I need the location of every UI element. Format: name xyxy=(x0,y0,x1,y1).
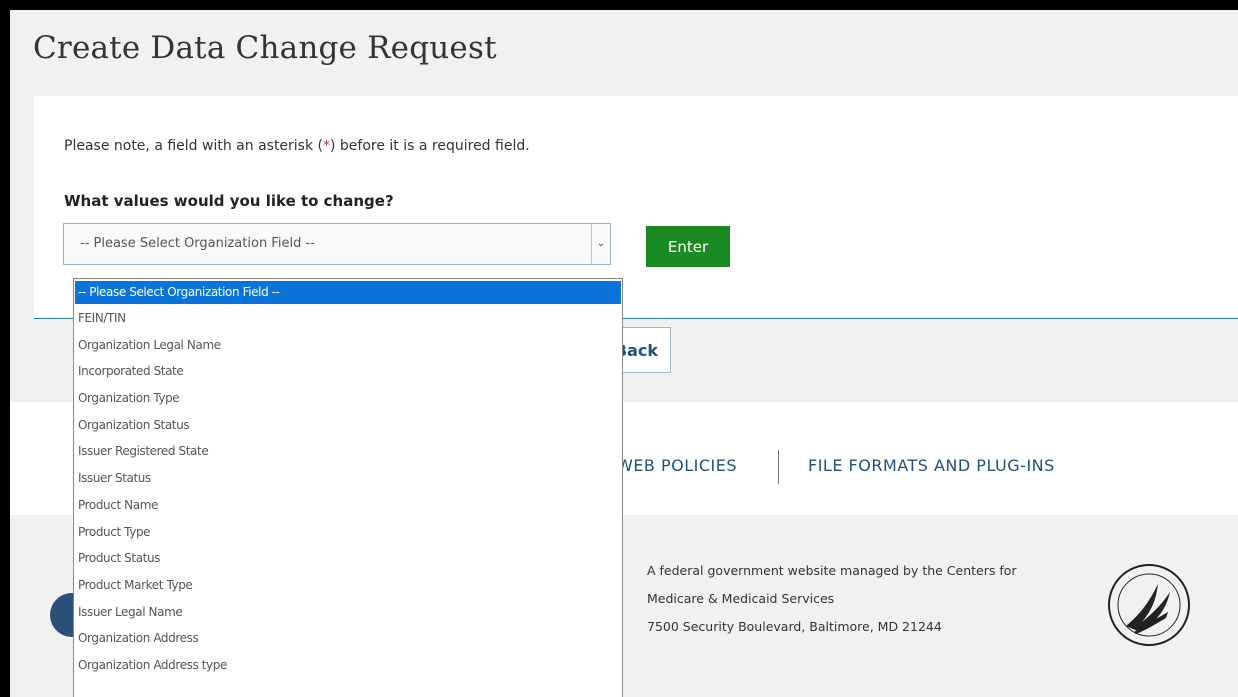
organization-field-dropdown[interactable]: -- Please Select Organization Field -- F… xyxy=(73,278,623,697)
required-note: Please note, a field with an asterisk (*… xyxy=(64,138,530,154)
dropdown-option[interactable]: Issuer Registered State xyxy=(74,438,622,465)
dropdown-option[interactable]: Issuer Status xyxy=(74,465,622,492)
footer-address: 7500 Security Boulevard, Baltimore, MD 2… xyxy=(647,619,942,634)
enter-button[interactable]: Enter xyxy=(646,226,730,267)
web-policies-link[interactable]: WEB POLICIES xyxy=(617,456,737,475)
dropdown-option[interactable]: Incorporated State xyxy=(74,358,622,385)
file-formats-link[interactable]: FILE FORMATS AND PLUG-INS xyxy=(808,456,1055,475)
dropdown-option[interactable]: Organization Type xyxy=(74,385,622,412)
select-value: -- Please Select Organization Field -- xyxy=(80,236,315,251)
required-asterisk: * xyxy=(323,138,330,154)
dropdown-option-selected[interactable]: -- Please Select Organization Field -- xyxy=(75,281,621,304)
nav-divider xyxy=(778,450,779,484)
dropdown-option[interactable]: Organization Address xyxy=(74,625,622,652)
chevron-down-icon[interactable]: ⌄ xyxy=(591,224,610,264)
dropdown-option[interactable]: Product Name xyxy=(74,492,622,519)
organization-field-select[interactable]: -- Please Select Organization Field -- ⌄ xyxy=(63,223,611,265)
dropdown-option[interactable]: Issuer Legal Name xyxy=(74,599,622,626)
dropdown-option[interactable]: Product Type xyxy=(74,519,622,546)
footer-line-2: Medicare & Medicaid Services xyxy=(647,591,835,606)
dropdown-option[interactable]: Product Status xyxy=(74,545,622,572)
hhs-seal-icon xyxy=(1108,564,1190,646)
dropdown-option[interactable]: FEIN/TIN xyxy=(74,305,622,332)
page-title: Create Data Change Request xyxy=(33,30,497,66)
footer-line-1: A federal government website managed by … xyxy=(647,563,1017,578)
change-question: What values would you like to change? xyxy=(64,192,394,210)
dropdown-option[interactable]: Product Market Type xyxy=(74,572,622,599)
dropdown-option[interactable]: Organization Address type xyxy=(74,652,622,679)
page: Create Data Change Request Please note, … xyxy=(10,10,1238,697)
required-note-start: Please note, a field with an asterisk ( xyxy=(64,138,323,154)
dropdown-option[interactable]: Organization Status xyxy=(74,412,622,439)
dropdown-option[interactable]: Organization Legal Name xyxy=(74,332,622,359)
required-note-end: ) before it is a required field. xyxy=(330,138,530,154)
